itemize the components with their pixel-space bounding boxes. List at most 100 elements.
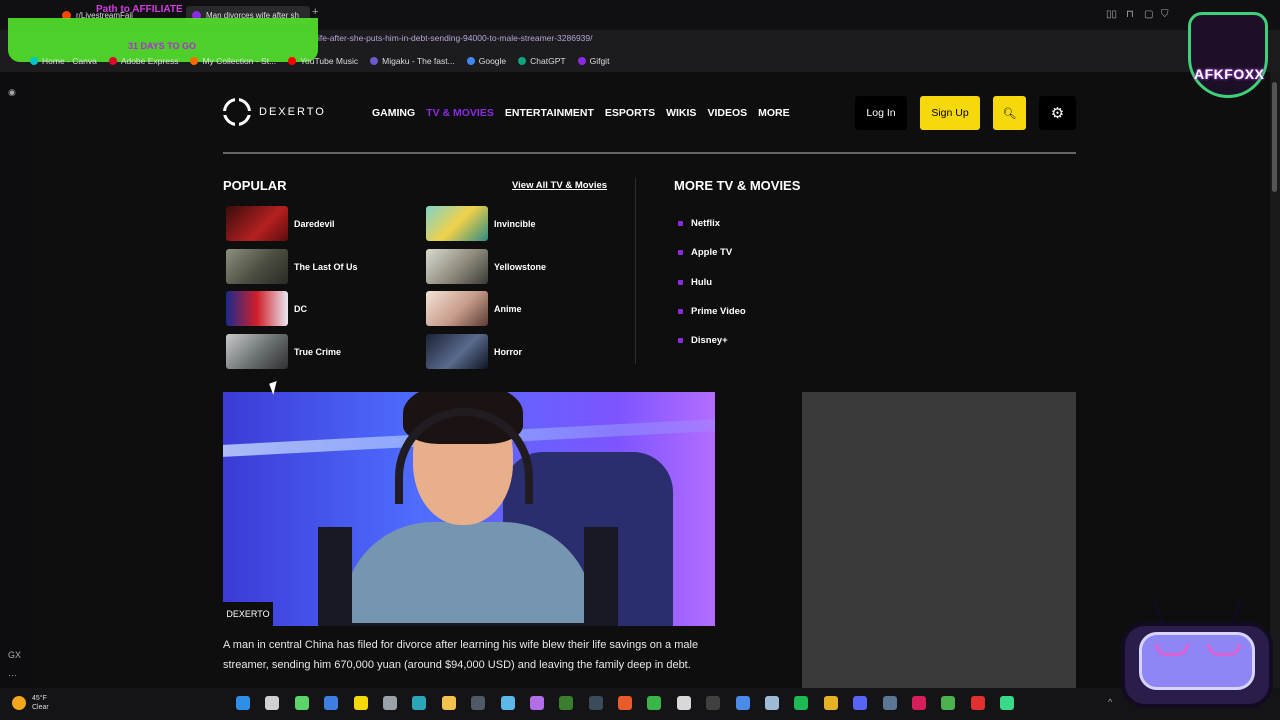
- menu-vertical-separator: [635, 178, 636, 364]
- url-text[interactable]: ife-after-she-puts-him-in-debt-sending-9…: [318, 33, 593, 43]
- popular-item-label: True Crime: [294, 346, 342, 357]
- file-explorer-icon[interactable]: [441, 696, 456, 710]
- popular-item-label: DC: [294, 303, 307, 314]
- image-credit-tag: DEXERTO: [223, 602, 273, 626]
- settings-button[interactable]: ⚙: [1039, 96, 1076, 130]
- sticky-notes-icon[interactable]: [353, 696, 368, 710]
- popular-item-true-crime[interactable]: True Crime: [226, 334, 341, 369]
- more-icon[interactable]: ···: [8, 670, 17, 680]
- nav-more[interactable]: MORE: [758, 107, 790, 119]
- maximize-icon[interactable]: ▢: [1144, 9, 1153, 20]
- discord-taskbar-icon[interactable]: [853, 696, 868, 710]
- dexerto-logo-icon: [223, 98, 251, 126]
- youtube-music-icon: [288, 57, 297, 65]
- terminal-icon[interactable]: [559, 696, 574, 710]
- chrome-alt-icon[interactable]: [941, 696, 956, 710]
- more-item-prime-video[interactable]: Prime Video: [678, 297, 746, 326]
- yellowstone-thumbnail: [426, 249, 488, 284]
- bookmark-youtube-music[interactable]: YouTube Music: [288, 56, 358, 66]
- chrome-icon[interactable]: [823, 696, 838, 710]
- calculator-icon[interactable]: [471, 696, 486, 710]
- adobe-icon: [108, 57, 117, 65]
- popular-item-the-last-of-us[interactable]: The Last Of Us: [226, 249, 358, 284]
- nav-tv-movies[interactable]: TV & MOVIES: [426, 107, 494, 119]
- page-scrollbar[interactable]: [1270, 72, 1280, 688]
- bookmark-canva[interactable]: Home - Canva: [30, 56, 97, 66]
- popular-item-label: Yellowstone: [494, 261, 547, 272]
- popular-item-yellowstone[interactable]: Yellowstone: [426, 249, 546, 284]
- windows-start-icon[interactable]: [236, 696, 250, 710]
- more-item-netflix[interactable]: Netflix: [678, 209, 746, 238]
- bullet-icon: [678, 250, 683, 256]
- bookmark-google[interactable]: Google: [466, 56, 506, 66]
- utility-icon[interactable]: [588, 696, 603, 710]
- anime-thumbnail: [426, 291, 488, 326]
- nav-esports[interactable]: ESPORTS: [605, 107, 655, 119]
- dexerto-logo[interactable]: DEXERTO: [223, 98, 326, 126]
- epic-games-icon[interactable]: [706, 696, 721, 710]
- app-blue-icon[interactable]: [735, 696, 750, 710]
- bookmark-my-collection[interactable]: My Collection - St...: [190, 56, 276, 66]
- task-view-icon[interactable]: [265, 696, 280, 710]
- weather-condition: Clear: [32, 704, 49, 711]
- popular-item-anime[interactable]: Anime: [426, 291, 522, 326]
- bookmark-adobe-express[interactable]: Adobe Express: [108, 56, 178, 66]
- spotify-icon[interactable]: [794, 696, 809, 710]
- streamlabs-icon[interactable]: [970, 696, 985, 710]
- main-nav: GAMING TV & MOVIES ENTERTAINMENT ESPORTS…: [372, 107, 801, 119]
- popular-item-invincible[interactable]: Invincible: [426, 206, 536, 241]
- daredevil-thumbnail: [226, 206, 288, 241]
- obs-icon[interactable]: [676, 696, 691, 710]
- left-side-dock: ◉ GX ···: [0, 72, 32, 688]
- search-button[interactable]: 🔍︎: [993, 96, 1026, 130]
- signup-button[interactable]: Sign Up: [920, 96, 980, 130]
- weather-widget[interactable]: 45°F Clear: [12, 694, 49, 712]
- taskbar-apps: [236, 696, 1030, 710]
- popular-item-label: The Last Of Us: [294, 261, 358, 272]
- discord-icon[interactable]: ◉: [8, 87, 16, 98]
- fox-logo-icon: [1188, 12, 1268, 98]
- the-last-of-us-thumbnail: [226, 249, 288, 284]
- nav-entertainment[interactable]: ENTERTAINMENT: [505, 107, 594, 119]
- nav-wikis[interactable]: WIKIS: [666, 107, 696, 119]
- office-icon[interactable]: [618, 696, 633, 710]
- chevron-up-icon[interactable]: ^: [1108, 697, 1112, 707]
- more-item-apple-tv[interactable]: Apple TV: [678, 238, 746, 267]
- popular-item-horror[interactable]: Horror: [426, 334, 522, 369]
- opera-gx-icon[interactable]: [911, 696, 926, 710]
- green-app-icon[interactable]: [1000, 696, 1015, 710]
- split-view-icon[interactable]: ▯▯: [1106, 9, 1117, 20]
- notepad-icon[interactable]: [500, 696, 515, 710]
- login-button[interactable]: Log In: [855, 96, 907, 130]
- more-tv-movies-list: Netflix Apple TV Hulu Prime Video Disney…: [678, 209, 746, 355]
- app-icon[interactable]: [324, 696, 339, 710]
- pin-icon[interactable]: ⊓: [1126, 9, 1134, 20]
- steam-icon[interactable]: [765, 696, 780, 710]
- collection-icon: [190, 57, 199, 65]
- view-all-tv-movies-link[interactable]: View All TV & Movies: [512, 180, 607, 191]
- bookmark-chatgpt[interactable]: ChatGPT: [518, 56, 566, 66]
- popular-item-daredevil[interactable]: Daredevil: [226, 206, 335, 241]
- more-item-disney-plus[interactable]: Disney+: [678, 326, 746, 355]
- more-item-hulu[interactable]: Hulu: [678, 268, 746, 297]
- bullet-icon: [678, 338, 683, 344]
- popular-item-dc[interactable]: DC: [226, 291, 307, 326]
- gx-icon[interactable]: GX: [8, 650, 21, 660]
- popular-heading: POPULAR: [223, 178, 287, 193]
- xbox-icon[interactable]: [647, 696, 662, 710]
- steam-taskbar-icon[interactable]: [882, 696, 897, 710]
- bookmark-migaku[interactable]: Migaku - The fast...: [370, 56, 455, 66]
- edge-icon[interactable]: [412, 696, 427, 710]
- bullet-icon: [678, 279, 683, 285]
- more-tv-movies-heading: MORE TV & MOVIES: [674, 178, 801, 193]
- bookmark-gifgit[interactable]: Gifgit: [577, 56, 609, 66]
- logo-text: DEXERTO: [259, 106, 326, 118]
- vpn-icon[interactable]: [294, 696, 309, 710]
- nav-gaming[interactable]: GAMING: [372, 107, 415, 119]
- settings-icon[interactable]: [382, 696, 397, 710]
- address-bar[interactable]: ife-after-she-puts-him-in-debt-sending-9…: [0, 30, 1280, 50]
- nav-videos[interactable]: VIDEOS: [707, 107, 747, 119]
- new-tab-button[interactable]: +: [312, 6, 318, 18]
- copilot-icon[interactable]: [529, 696, 544, 710]
- sidebar-ad-placeholder: [802, 392, 1076, 688]
